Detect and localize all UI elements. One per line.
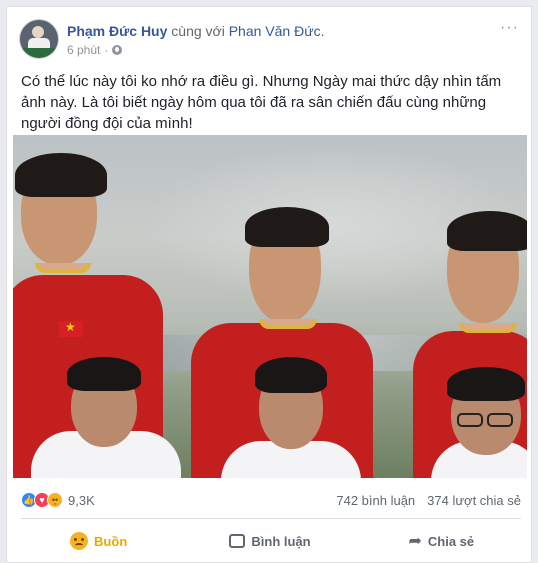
post-stats: 👍 ♥ •̯• 9,3K 742 bình luận 374 lượt chia… — [21, 490, 521, 510]
share-label: Chia sẻ — [427, 533, 475, 549]
author-line: Phạm Đức Huy cùng với Phan Văn Đức. — [67, 19, 324, 40]
more-options-button[interactable]: ··· — [500, 19, 519, 37]
divider — [21, 518, 521, 519]
comment-icon — [229, 534, 246, 548]
share-button[interactable]: ➦ Chia sẻ — [356, 523, 527, 559]
post-photo[interactable] — [13, 135, 527, 478]
share-icon: ➦ — [408, 533, 422, 550]
shares-count[interactable]: 374 lượt chia sẻ — [427, 493, 521, 508]
react-button[interactable]: Buồn — [13, 523, 184, 559]
reactions-count[interactable]: 9,3K — [68, 493, 95, 508]
sad-icon[interactable]: •̯• — [47, 492, 63, 508]
tagged-name[interactable]: Phan Văn Đức. — [229, 23, 325, 39]
with-text: cùng với — [171, 23, 225, 39]
comment-button[interactable]: Bình luận — [184, 523, 355, 559]
separator-dot: · — [104, 43, 109, 57]
author-name[interactable]: Phạm Đức Huy — [67, 23, 167, 39]
react-label: Buồn — [94, 533, 128, 549]
action-bar: Buồn Bình luận ➦ Chia sẻ — [13, 523, 527, 559]
post-time[interactable]: 6 phút — [67, 43, 100, 57]
post-subline: 6 phút · — [67, 43, 324, 57]
stats-right: 742 bình luận 374 lượt chia sẻ — [336, 493, 521, 508]
comments-count[interactable]: 742 bình luận — [336, 493, 415, 508]
post-meta: Phạm Đức Huy cùng với Phan Văn Đức. 6 ph… — [67, 19, 324, 59]
post-text: Có thể lúc này tôi ko nhớ ra điều gì. Nh… — [21, 73, 502, 132]
avatar[interactable] — [19, 19, 59, 59]
post-card: Phạm Đức Huy cùng với Phan Văn Đức. 6 ph… — [6, 6, 532, 563]
comment-label: Bình luận — [251, 533, 311, 549]
globe-icon[interactable] — [112, 45, 123, 55]
sad-face-icon — [70, 532, 89, 550]
post-header: Phạm Đức Huy cùng với Phan Văn Đức. 6 ph… — [19, 19, 324, 59]
